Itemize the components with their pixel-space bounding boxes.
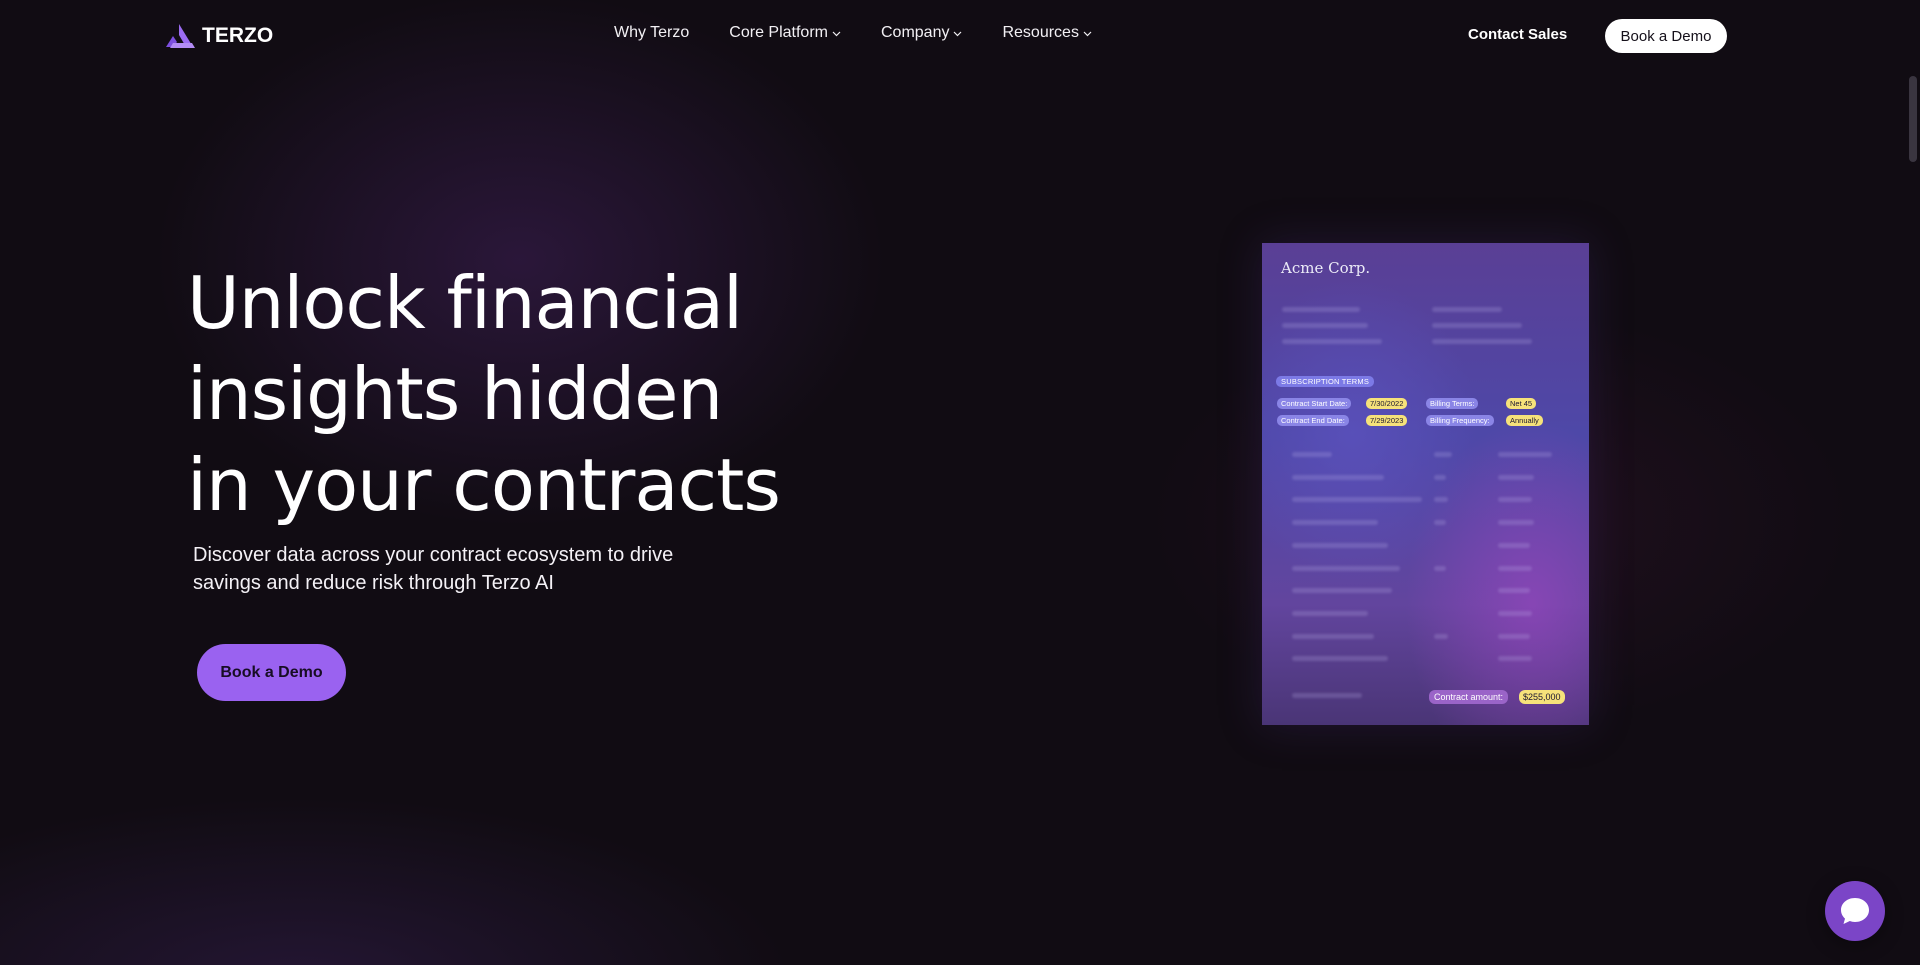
blurred-table-row: [1498, 520, 1534, 525]
nav-label: Company: [880, 24, 950, 41]
blurred-text-line: [1432, 339, 1532, 344]
billing-terms-value: Net 45: [1506, 398, 1537, 409]
blurred-table-row: [1292, 611, 1368, 616]
blurred-table-row: [1434, 634, 1448, 639]
blurred-table-row: [1434, 566, 1446, 571]
chevron-down-icon: [832, 31, 841, 37]
chevron-down-icon: [954, 31, 962, 37]
blurred-table-row: [1292, 656, 1388, 661]
billing-terms-label: Billing Terms:: [1426, 398, 1479, 409]
blurred-table-header: [1292, 452, 1332, 457]
main-nav: Why Terzo Core Platform Company Resource…: [614, 24, 1132, 42]
nav-item-why-terzo[interactable]: Why Terzo: [614, 24, 689, 42]
blurred-table-row: [1498, 588, 1530, 593]
blurred-table-row: [1292, 566, 1400, 571]
page: TERZO Why Terzo Core Platform Company Re…: [0, 0, 1920, 965]
blurred-table-row: [1498, 566, 1532, 571]
nav-item-core-platform[interactable]: Core Platform: [729, 24, 841, 42]
nav-item-company[interactable]: Company: [881, 24, 962, 42]
page-scrollbar-thumb[interactable]: [1909, 76, 1917, 162]
blurred-table-row: [1292, 543, 1388, 548]
billing-frequency-label: Billing Frequency:: [1426, 415, 1494, 426]
nav-item-resources[interactable]: Resources: [1002, 24, 1092, 42]
blurred-text-line: [1432, 307, 1502, 312]
blurred-table-row: [1292, 634, 1374, 639]
contract-amount-value: $255,000: [1519, 690, 1565, 704]
blurred-text-line: [1282, 307, 1360, 312]
blurred-table-row: [1292, 497, 1422, 502]
blurred-table-header: [1434, 452, 1452, 457]
logo-text: TERZO: [202, 24, 274, 47]
nav-label: Core Platform: [729, 24, 828, 41]
blurred-table-header: [1498, 452, 1552, 457]
hero-subtitle-line: Discover data across your contract ecosy…: [193, 544, 674, 566]
contract-start-label: Contract Start Date:: [1277, 398, 1352, 409]
contact-sales-link[interactable]: Contact Sales: [1468, 26, 1567, 43]
nav-label: Why Terzo: [614, 24, 690, 41]
site-header: TERZO Why Terzo Core Platform Company Re…: [0, 0, 1920, 72]
blurred-table-row: [1498, 497, 1532, 502]
blurred-table-row: [1434, 497, 1448, 502]
blurred-text-line: [1432, 323, 1522, 328]
blurred-table-row: [1498, 656, 1532, 661]
logo[interactable]: TERZO: [164, 22, 273, 50]
hero-subtitle-line: savings and reduce risk through Terzo AI: [193, 572, 554, 594]
hero-title-line: in your contracts: [187, 443, 781, 527]
blurred-text-line: [1282, 323, 1368, 328]
hero-title: Unlock financial insights hidden in your…: [187, 258, 867, 531]
blurred-table-row: [1434, 520, 1446, 525]
contract-document-illustration: Acme Corp. SUBSCRIPTION TERMS Contract S…: [1262, 243, 1589, 725]
billing-frequency-value: Annually: [1506, 415, 1543, 426]
blurred-table-row: [1498, 475, 1534, 480]
blurred-table-row: [1292, 588, 1392, 593]
blurred-table-row: [1498, 611, 1532, 616]
blurred-footer-line: [1292, 693, 1362, 698]
terzo-logo-icon: [166, 24, 195, 48]
hero-title-line: insights hidden: [187, 352, 723, 436]
document-company-name: Acme Corp.: [1281, 259, 1371, 277]
nav-label: Resources: [1002, 24, 1079, 41]
blurred-table-row: [1292, 475, 1384, 480]
blurred-text-line: [1282, 339, 1382, 344]
contract-end-label: Contract End Date:: [1277, 415, 1349, 426]
blurred-table-row: [1292, 520, 1378, 525]
header-book-demo-button[interactable]: Book a Demo: [1605, 19, 1727, 53]
blurred-table-row: [1498, 543, 1530, 548]
chat-widget-button[interactable]: [1825, 881, 1885, 941]
chevron-down-icon: [1083, 31, 1092, 37]
contract-start-value: 7/30/2022: [1366, 398, 1408, 409]
contract-amount-label: Contract amount:: [1429, 690, 1509, 704]
chat-bubble-icon: [1841, 898, 1869, 924]
hero-book-demo-button[interactable]: Book a Demo: [197, 644, 346, 701]
hero-title-line: Unlock financial: [187, 261, 743, 345]
contract-end-value: 7/29/2023: [1366, 415, 1408, 426]
subscription-terms-badge: SUBSCRIPTION TERMS: [1276, 376, 1375, 387]
hero-subtitle: Discover data across your contract ecosy…: [193, 541, 753, 597]
blurred-table-row: [1498, 634, 1530, 639]
blurred-table-row: [1434, 475, 1446, 480]
